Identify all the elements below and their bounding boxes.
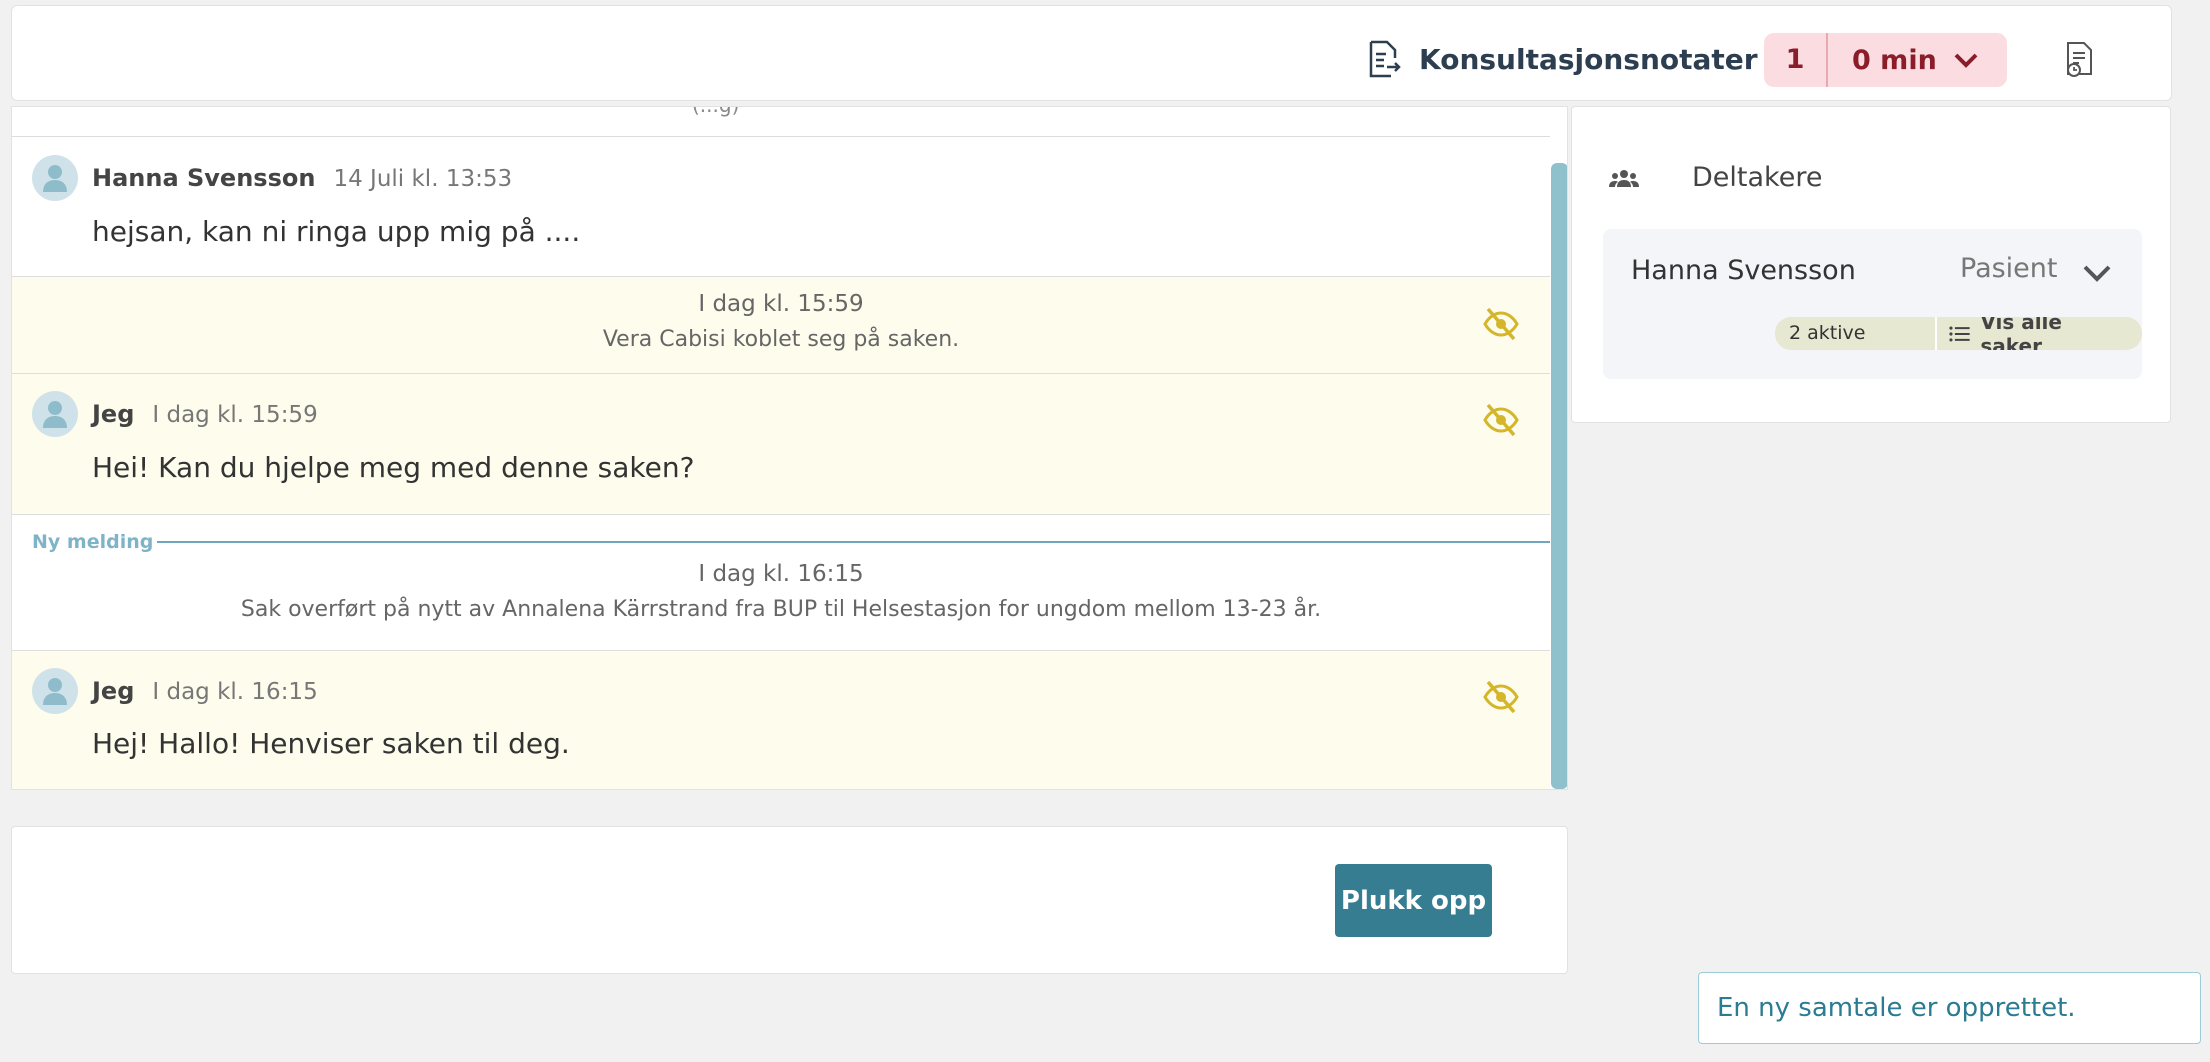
document-history-icon[interactable]: [2062, 40, 2096, 78]
participant-name: Hanna Svensson: [1631, 255, 1856, 286]
participant-role: Pasient: [1960, 253, 2058, 284]
notification-toast: En ny samtale er opprettet.: [1698, 972, 2201, 1044]
message-author: Jeg: [92, 677, 135, 705]
message-author: Hanna Svensson: [92, 164, 316, 192]
pick-up-button[interactable]: Plukk opp: [1335, 864, 1492, 937]
queue-count: 1: [1764, 33, 1828, 87]
avatar: [32, 668, 78, 714]
timer-value: 0 min: [1852, 44, 1937, 76]
chat-message: Hanna Svensson 14 Juli kl. 13:53 hejsan,…: [12, 137, 1550, 277]
message-time: I dag kl. 15:59: [152, 402, 318, 428]
avatar: [32, 155, 78, 201]
system-text: Sak overført på nytt av Annalena Kärrstr…: [240, 597, 1322, 622]
avatar: [32, 391, 78, 437]
active-cases-badge: 2 aktive saker: [1775, 317, 1937, 350]
chat-message: Jeg I dag kl. 16:15 Hej! Hallo! Henviser…: [12, 651, 1550, 789]
message-body: Hei! Kan du hjelpe meg med denne saken?: [92, 451, 695, 484]
chat-message: Jeg I dag kl. 15:59 Hei! Kan du hjelpe m…: [12, 374, 1550, 515]
system-text: Vera Cabisi koblet seg på saken.: [602, 327, 960, 352]
note-export-icon: [1369, 40, 1401, 78]
system-time: I dag kl. 16:15: [698, 561, 864, 587]
case-chips: 2 aktive saker Vis alle saker: [1775, 317, 2142, 350]
participants-panel: Deltakere Hanna Svensson Pasient 2 aktiv…: [1571, 106, 2171, 423]
message-body: Hej! Hallo! Henviser saken til deg.: [92, 727, 570, 760]
consultation-notes-link[interactable]: Konsultasjonsnotater: [1367, 36, 1758, 82]
user-icon: [43, 165, 67, 192]
message-body: hejsan, kan ni ringa upp mig på ....: [92, 215, 581, 248]
new-message-divider: [157, 541, 1550, 543]
system-message: I dag kl. 15:59 Vera Cabisi koblet seg p…: [12, 277, 1550, 374]
clipped-text: (...g): [692, 107, 739, 117]
participant-card: Hanna Svensson Pasient 2 aktive saker Vi…: [1603, 229, 2142, 379]
chat-scrollbar[interactable]: [1551, 163, 1567, 789]
action-panel: Plukk opp: [11, 826, 1568, 974]
eye-off-icon[interactable]: [1482, 401, 1520, 439]
user-icon: [43, 678, 67, 705]
eye-off-icon[interactable]: [1482, 305, 1520, 343]
user-icon: [43, 401, 67, 428]
chevron-down-icon: [1946, 51, 1986, 69]
group-icon: [1609, 169, 1639, 187]
chevron-down-icon[interactable]: [2080, 259, 2114, 289]
system-message: I dag kl. 16:15 Sak overført på nytt av …: [12, 547, 1550, 651]
queue-timer-dropdown[interactable]: 1 0 min: [1764, 33, 2007, 87]
top-bar: Konsultasjonsnotater 1 0 min: [11, 5, 2172, 101]
system-time: I dag kl. 15:59: [698, 291, 864, 317]
show-all-cases-button[interactable]: Vis alle saker: [1937, 317, 2142, 350]
message-time: I dag kl. 16:15: [152, 679, 318, 705]
message-time: 14 Juli kl. 13:53: [333, 166, 513, 192]
eye-off-icon[interactable]: [1482, 678, 1520, 716]
participants-title: Deltakere: [1692, 162, 1823, 193]
message-author: Jeg: [92, 400, 135, 428]
show-all-cases-label: Vis alle saker: [1980, 317, 2062, 350]
consultation-notes-label: Konsultasjonsnotater: [1419, 42, 1758, 76]
chat-panel: (...g) Hanna Svensson 14 Juli kl. 13:53 …: [11, 106, 1568, 790]
list-icon: [1949, 326, 1970, 341]
